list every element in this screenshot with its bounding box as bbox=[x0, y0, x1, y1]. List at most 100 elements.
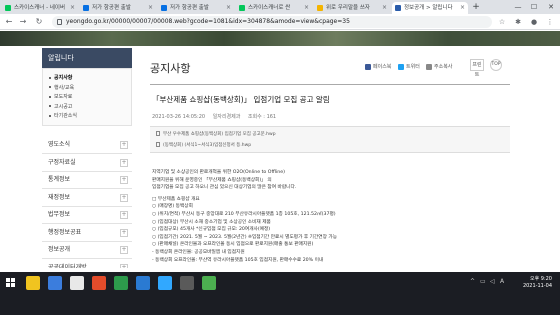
post-body: 지역기업 및 소상공인의 판로개척을 위한 O2O(Online to Offl… bbox=[152, 169, 512, 264]
attachment-file[interactable]: (동백상회) (서식1~서식3)입점신청서 등.hwp bbox=[156, 140, 504, 151]
browser-tab[interactable]: 저가 항공편 출발 × bbox=[80, 2, 156, 14]
address-row: ← → ↻ yeongdo.go.kr/00000/00007/00008.we… bbox=[0, 14, 560, 30]
clock-date: 2021-11-04 bbox=[522, 283, 552, 289]
tab-close-icon[interactable]: × bbox=[382, 2, 387, 14]
post-views: 조회수 : 161 bbox=[247, 114, 277, 120]
browser-tab[interactable]: 스카이스캐너로 싼 × bbox=[236, 2, 312, 14]
forward-icon[interactable]: → bbox=[17, 16, 29, 28]
menu-icon[interactable]: ⋮ bbox=[544, 16, 556, 28]
sidebar-subitem[interactable]: 고시공고 bbox=[49, 103, 131, 113]
sidebar-menu-item[interactable]: 구정자료실 + bbox=[42, 154, 132, 172]
sidebar-menu-item[interactable]: 재정정보 + bbox=[42, 189, 132, 207]
sidebar-subitem[interactable]: 타기관소식 bbox=[49, 112, 131, 122]
tab-label: 위로 우리말을 쓰자 bbox=[326, 5, 370, 11]
tray-up-arrow-icon[interactable]: ^ bbox=[470, 278, 475, 285]
sidebar-subitem[interactable]: 보도자료 bbox=[49, 93, 131, 103]
post-department: 일자리경제과 bbox=[212, 114, 241, 120]
tab-label: 저가 항공편 출발 bbox=[170, 5, 209, 11]
share-facebook[interactable]: 페이스북 bbox=[365, 63, 391, 70]
close-window-button[interactable]: ✕ bbox=[543, 0, 559, 14]
tab-close-icon[interactable]: × bbox=[226, 2, 231, 14]
taskbar-app-icon[interactable] bbox=[158, 276, 172, 290]
expand-plus-icon[interactable]: + bbox=[120, 193, 128, 202]
sidebar-subitem-label: 행사/교육 bbox=[54, 84, 75, 91]
body-line: ○ (입점규모) 45개사 *신규입점 모집 규모: 20여개사(예정) bbox=[152, 227, 271, 233]
lock-icon bbox=[57, 19, 62, 25]
browser-tab[interactable]: 스카이스캐너 - 네이버 × bbox=[2, 2, 78, 14]
back-icon[interactable]: ← bbox=[3, 16, 15, 28]
share-twitter[interactable]: 트위터 bbox=[398, 63, 420, 70]
site-banner-image bbox=[0, 31, 560, 46]
top-button[interactable]: TOP bbox=[490, 59, 502, 71]
extensions-icon[interactable]: ✱ bbox=[512, 16, 524, 28]
taskbar-app-icon[interactable] bbox=[48, 276, 62, 290]
expand-plus-icon[interactable]: + bbox=[120, 176, 128, 184]
taskbar-app-icon[interactable] bbox=[70, 276, 84, 290]
share-copy-url[interactable]: 주소복사 bbox=[426, 63, 452, 70]
browser-window: 스카이스캐너 - 네이버 × 저가 항공편 출발 × 저가 항공편 출발 × 스카이스캐너로… bbox=[0, 0, 560, 315]
browser-tab[interactable]: 저가 항공편 출발 × bbox=[158, 2, 234, 14]
sidebar-menu-label: 정보공개 bbox=[48, 246, 71, 253]
taskbar-app-icon[interactable] bbox=[180, 276, 194, 290]
twitter-icon bbox=[398, 63, 404, 70]
tab-close-icon[interactable]: × bbox=[460, 2, 465, 14]
sidebar-subitem[interactable]: 공지사항 bbox=[49, 74, 131, 84]
browser-tab[interactable]: 정보공개 > 알립니다 × bbox=[392, 2, 468, 14]
sidebar-menu-item[interactable]: 정보공개 + bbox=[42, 241, 132, 259]
body-line: 판매지원을 위해 운영중인 「부산제품 쇼핑샵(동백상회)」 의 bbox=[152, 177, 272, 183]
bullet-icon bbox=[49, 105, 51, 107]
taskbar-app-icon[interactable] bbox=[26, 276, 40, 290]
maximize-button[interactable]: ☐ bbox=[526, 0, 542, 14]
body-line: ○ (매장명) 동백상회 bbox=[152, 204, 193, 210]
sidebar-subitem-label: 보도자료 bbox=[54, 94, 73, 100]
print-button[interactable]: 프린트 bbox=[470, 59, 484, 78]
sidebar-menu-item[interactable]: 통계정보 + bbox=[42, 171, 132, 189]
sidebar-menu-label: 영도소식 bbox=[48, 141, 71, 148]
attachment-file[interactable]: 부산 우수제품 쇼핑샵(동백상회) 입점기업 모집 공고문.hwp bbox=[156, 129, 504, 140]
new-tab-button[interactable]: + bbox=[470, 1, 482, 13]
sidebar-menu-label: 행정정보공표 bbox=[48, 228, 82, 236]
tab-close-icon[interactable]: × bbox=[70, 2, 75, 14]
bookmark-star-icon[interactable]: ☆ bbox=[496, 16, 508, 28]
body-line: - 동백상회 온라인몰: 공공모바일앱 내 입점지원 bbox=[152, 249, 245, 255]
taskbar-app-icon[interactable] bbox=[136, 276, 150, 290]
sidebar-menu-label: 법무정보 bbox=[48, 211, 71, 218]
page-title: 공지사항 bbox=[150, 62, 191, 75]
sidebar-subitem-label: 타기관소식 bbox=[54, 113, 78, 119]
sidebar-menu-item[interactable]: 법무정보 + bbox=[42, 206, 132, 224]
bullet-icon bbox=[49, 86, 51, 88]
expand-plus-icon[interactable]: + bbox=[120, 141, 128, 149]
profile-icon[interactable]: ● bbox=[528, 16, 540, 28]
body-line: - 동백상회 오프라인몰: 부산역 유라시아플랫폼 105호 입점지원, 판매수… bbox=[152, 257, 324, 263]
volume-icon[interactable]: ◁ bbox=[490, 278, 495, 285]
sidebar-menu-item[interactable]: 영도소식 + bbox=[42, 136, 132, 154]
reload-icon[interactable]: ↻ bbox=[33, 16, 45, 28]
sidebar-menu-item[interactable]: 공공데이터개방 + bbox=[42, 259, 132, 268]
taskbar-app-icon[interactable] bbox=[114, 276, 128, 290]
post-title: 「부산제품 쇼핑샵(동백상회)」 입점기업 모집 공고 알림 bbox=[152, 95, 330, 104]
expand-plus-icon[interactable]: + bbox=[120, 158, 128, 167]
sidebar-submenu: 공지사항 행사/교육보도자료고시공고 타기관소식 bbox=[42, 68, 132, 126]
address-bar[interactable]: yeongdo.go.kr/00000/00007/00008.web?gcod… bbox=[52, 16, 492, 28]
taskbar-app-icon[interactable] bbox=[92, 276, 106, 290]
browser-tab[interactable]: 위로 우리말을 쓰자 × bbox=[314, 2, 390, 14]
windows-taskbar: ^ ▭ ◁ A 오후 9:20 2021-11-04 bbox=[0, 268, 560, 315]
post-date: 2021-03-26 14:05:20 bbox=[152, 114, 206, 120]
minimize-button[interactable]: — bbox=[510, 0, 526, 14]
taskbar-clock[interactable]: 오후 9:20 2021-11-04 bbox=[523, 276, 552, 290]
network-icon[interactable]: ▭ bbox=[480, 278, 486, 285]
ime-icon[interactable]: A bbox=[500, 278, 504, 285]
sidebar-menu-item[interactable]: 행정정보공표 + bbox=[42, 224, 132, 242]
sidebar-subitem[interactable]: 행사/교육 bbox=[49, 84, 131, 94]
body-line: □ 부산제품 쇼핑샵 개요 bbox=[152, 196, 200, 202]
expand-plus-icon[interactable]: + bbox=[120, 211, 128, 219]
tab-label: 스카이스캐너 - 네이버 bbox=[14, 5, 66, 11]
tab-close-icon[interactable]: × bbox=[148, 2, 153, 14]
windows-start-icon[interactable] bbox=[6, 278, 16, 288]
expand-plus-icon[interactable]: + bbox=[120, 228, 128, 237]
tab-close-icon[interactable]: × bbox=[304, 2, 309, 14]
taskbar-app-icon[interactable] bbox=[202, 276, 216, 290]
bullet-icon bbox=[49, 114, 51, 117]
file-icon bbox=[156, 142, 160, 147]
expand-plus-icon[interactable]: + bbox=[120, 246, 128, 254]
